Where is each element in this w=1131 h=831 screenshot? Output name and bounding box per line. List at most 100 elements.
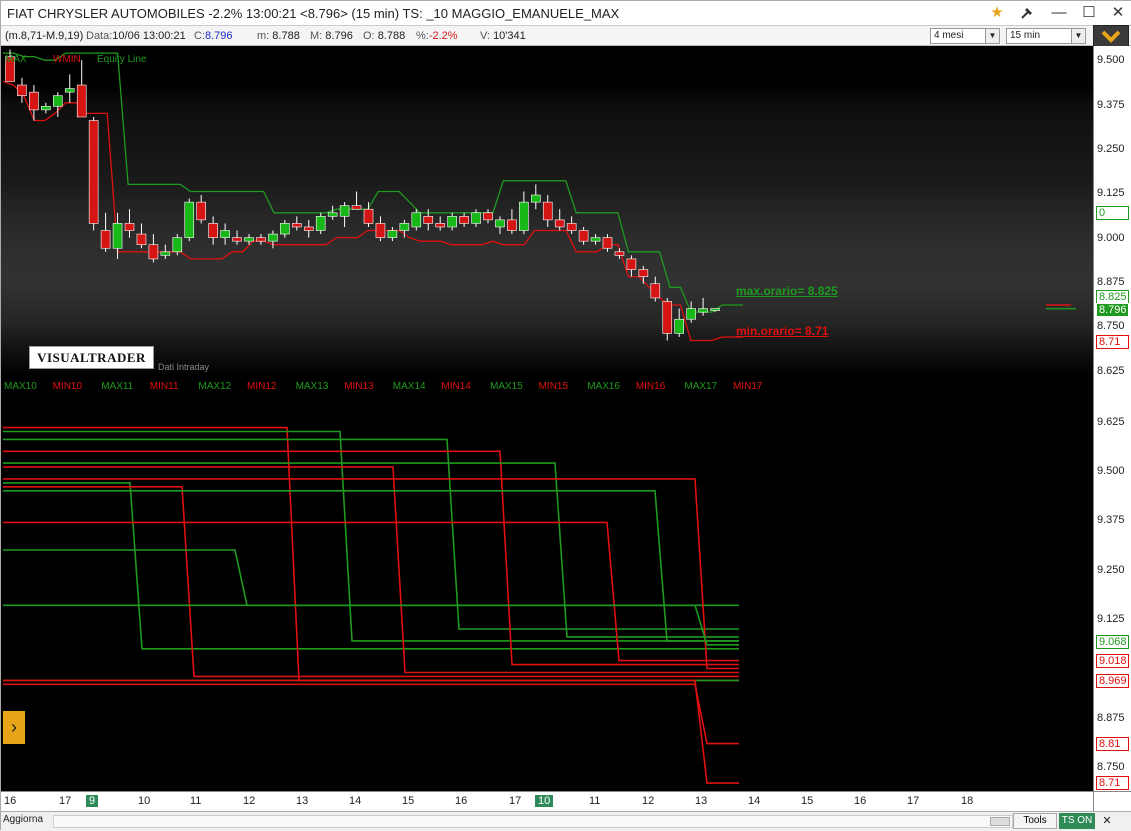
series-line-max15 <box>3 490 739 642</box>
candle-body <box>471 212 481 224</box>
series-line-min11 <box>3 426 739 682</box>
close-icon[interactable]: ✕ <box>1101 814 1113 828</box>
indicator-tick-label: 8.750 <box>1097 761 1125 774</box>
close-icon[interactable]: ✕ <box>1107 3 1129 23</box>
candle-body <box>196 201 206 221</box>
date-axis[interactable]: 16 17 9 10 11 12 13 14 15 16 17 10 11 12 13 14 15 16 17 18 <box>1 791 1093 811</box>
legend-equity-line: Equity Line <box>97 54 147 65</box>
window-title: FIAT CHRYSLER AUTOMOBILES -2.2% 13:00:21… <box>7 6 620 21</box>
indicator-legend-item: MAX17 <box>684 381 718 392</box>
hammer-icon[interactable] <box>1016 3 1038 23</box>
date-tick-label: 12 <box>243 795 256 807</box>
price-tick-label: 9.375 <box>1097 98 1125 111</box>
candle-body <box>459 216 469 224</box>
series-line-max16 <box>3 604 739 646</box>
candle-body <box>554 219 565 228</box>
candle-body <box>280 223 290 235</box>
horizontal-scrollbar[interactable] <box>53 815 1013 828</box>
candle-body <box>387 230 398 238</box>
date-tick-label: 11 <box>589 795 601 807</box>
candle-body <box>100 230 111 249</box>
chart-area: MAX WMIN Equity Line VISUALTRADER Dati I… <box>1 46 1131 811</box>
date-tick-label: 14 <box>748 795 761 807</box>
indicator-legend-item: MAX16 <box>587 381 620 392</box>
period-select[interactable]: 4 mesi ▼ <box>930 28 1000 44</box>
candle-body <box>698 308 708 313</box>
expand-panel-button[interactable]: › <box>3 711 25 744</box>
candle-body <box>136 233 147 246</box>
candle-body <box>602 237 613 249</box>
price-tick-label: 9.500 <box>1097 54 1125 67</box>
min-price-info: m: 8.788 <box>257 30 300 42</box>
candle-body <box>291 223 302 228</box>
price-axis[interactable]: 9.500 9.375 9.250 9.125 9.000 8.875 8.750 8.625… <box>1093 46 1131 377</box>
date-tick-label: 17 <box>59 795 72 807</box>
legend-max: MAX <box>5 54 27 65</box>
indicator-tick-label: 9.625 <box>1097 415 1125 428</box>
indicator-legend-item: MIN14 <box>441 381 471 392</box>
date-tick-label: 15 <box>402 795 415 807</box>
date-tick-label: 16 <box>854 795 867 807</box>
date-tick-label: 16 <box>4 795 17 807</box>
candle-body <box>423 216 434 224</box>
date-tick-label: 15 <box>801 795 814 807</box>
series-line-min10 <box>3 486 739 678</box>
max-price-info: M: 8.796 <box>310 30 353 42</box>
series-line-min16 <box>3 683 739 745</box>
indicator-legend-item: MAX13 <box>295 381 329 392</box>
max-line <box>3 52 743 313</box>
candle-body <box>447 216 457 228</box>
chevron-right-icon: › <box>11 717 17 737</box>
interval-select[interactable]: 15 min ▼ <box>1006 28 1086 44</box>
last-price-box: 8.796 <box>1096 303 1129 317</box>
indicator-legend-item: MAX15 <box>490 381 523 392</box>
indicator-value-box: 8.969 <box>1096 673 1129 688</box>
candle-body <box>638 269 649 277</box>
pct-change-info: %:-2.2% <box>416 30 458 42</box>
candle-body <box>315 216 326 231</box>
indicator-tick-label: 9.375 <box>1097 514 1125 527</box>
indicator-tick-label: 8.875 <box>1097 711 1125 724</box>
last-min-box: 8.71 <box>1096 334 1129 349</box>
last-max-box: 8.825 <box>1096 289 1129 304</box>
candle-body <box>148 244 159 260</box>
candle-body <box>256 237 266 242</box>
date-tick-label: 11 <box>190 795 202 807</box>
indicator-legend-item: MAX14 <box>392 381 426 392</box>
date-tick-label: 17 <box>509 795 522 807</box>
app-window: FIAT CHRYSLER AUTOMOBILES -2.2% 13:00:21… <box>0 0 1131 831</box>
indicator-value-box: 9.068 <box>1096 634 1129 649</box>
indicator-legend-item: MIN13 <box>344 381 374 392</box>
date-axis-corner <box>1093 791 1131 811</box>
indicator-axis[interactable]: 9.625 9.500 9.375 9.250 9.125 8.875 8.750 9.068… <box>1093 376 1131 791</box>
scrollbar-thumb[interactable] <box>990 817 1010 826</box>
minimize-icon[interactable]: — <box>1048 3 1070 23</box>
star-icon[interactable]: ★ <box>986 3 1008 23</box>
ts-on-button[interactable]: TS ON <box>1059 813 1095 829</box>
price-chart-panel[interactable]: MAX WMIN Equity Line VISUALTRADER Dati I… <box>1 46 1093 376</box>
candle-body <box>650 283 661 299</box>
max-orario-annotation: max.orario= 8.825 <box>736 284 838 298</box>
chevron-down-icon <box>1101 30 1121 43</box>
candle-body <box>184 201 195 238</box>
candle-body <box>363 208 374 224</box>
date-tick-label: 16 <box>455 795 468 807</box>
candle-body <box>339 205 350 217</box>
indicator-params: (m.8,71-M.9,19) <box>5 30 84 42</box>
maximize-icon[interactable]: ☐ <box>1078 3 1100 23</box>
aggiorna-button[interactable]: Aggiorna <box>3 814 43 828</box>
candle-body <box>208 223 218 238</box>
date-tick-label: 13 <box>695 795 708 807</box>
series-line-min15 <box>3 478 739 670</box>
candle-body <box>220 230 230 238</box>
indicator-panel[interactable]: MAX10 MIN10 MAX11 MIN11 MAX12 MIN12 MAX13 MIN13… <box>1 376 1093 791</box>
candle-body <box>41 106 51 111</box>
intraday-label: Dati Intraday <box>158 362 210 372</box>
candle-body <box>542 201 553 221</box>
collapse-button[interactable] <box>1093 25 1129 47</box>
price-tick-label: 9.000 <box>1097 231 1125 244</box>
indicator-tick-label: 9.250 <box>1097 563 1125 576</box>
indicator-legend-item: MIN17 <box>733 381 763 392</box>
indicator-legend-item: MIN16 <box>635 381 666 392</box>
tools-button[interactable]: Tools <box>1013 813 1057 829</box>
